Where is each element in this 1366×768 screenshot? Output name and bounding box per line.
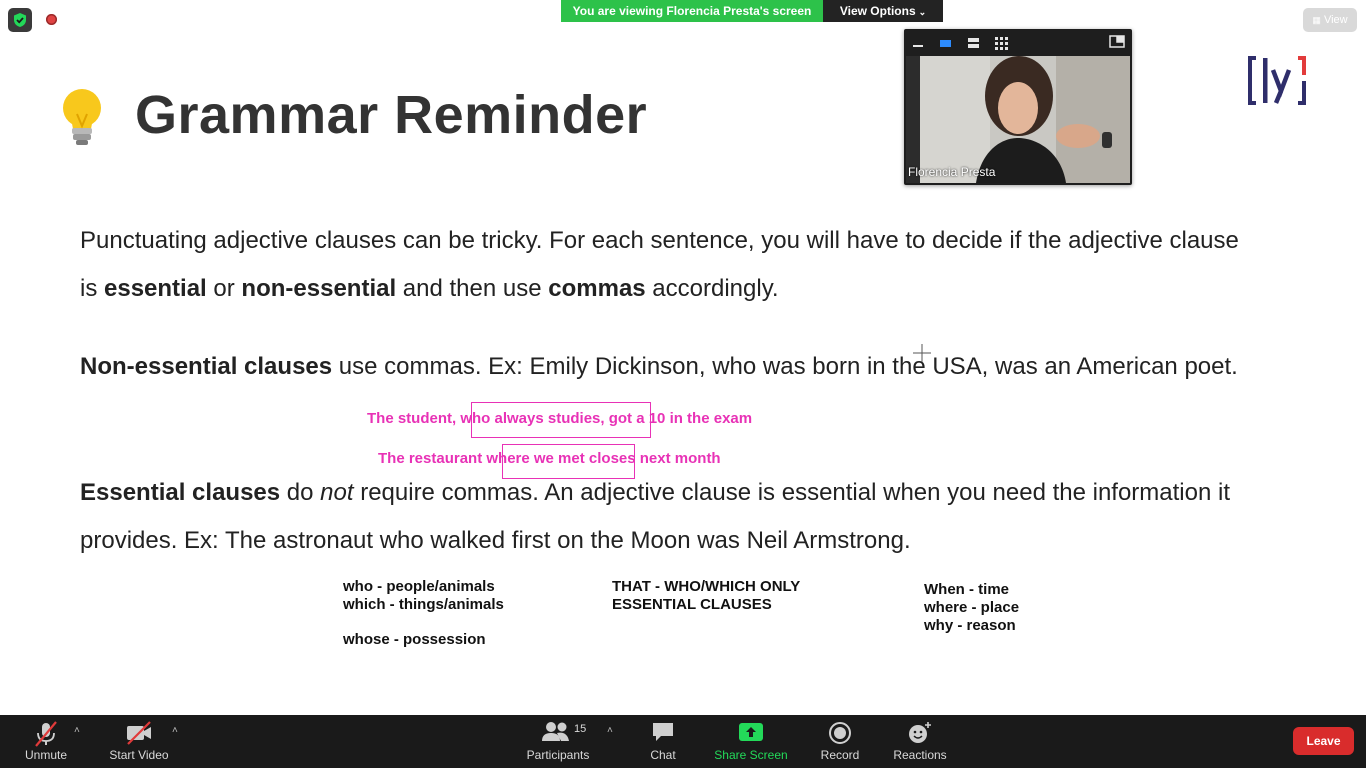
intro-bold-commas: commas (548, 275, 646, 302)
essential-heading: Essential clauses (80, 479, 281, 506)
slide-title: Grammar Reminder (135, 85, 648, 145)
view-button-label: View (1323, 14, 1348, 26)
annotation-box (471, 402, 651, 438)
note-why: why - reason (924, 617, 1016, 634)
note-when: When - time (924, 581, 1009, 598)
exit-fullscreen-icon (1109, 35, 1125, 48)
non-essential-heading: Non-essential clauses (80, 353, 333, 380)
intro-text: and then use (396, 275, 549, 302)
unmute-button[interactable]: Unmute (16, 715, 76, 768)
chevron-down-icon: ⌄ (918, 7, 927, 17)
video-panel-toolbar (904, 29, 1132, 55)
intro-paragraph: Punctuating adjective clauses can be tri… (80, 217, 1260, 313)
participant-name-label: Florencia Presta (908, 165, 996, 179)
unmute-label: Unmute (24, 748, 68, 762)
participants-button[interactable]: 15 Participants (522, 715, 594, 768)
crosshair-cursor-icon (913, 344, 931, 362)
reactions-label: Reactions (893, 748, 947, 762)
share-screen-icon (738, 721, 764, 746)
view-options-label: View Options (839, 4, 916, 18)
video-options-caret-icon[interactable]: ˄ (172, 725, 178, 736)
view-options-button[interactable]: View Options ⌄ (823, 0, 943, 22)
intro-bold-essential: essential (104, 275, 207, 302)
mic-muted-icon (33, 721, 59, 750)
annotation-box (502, 444, 635, 479)
participant-video-feed (906, 56, 1130, 183)
record-label: Record (820, 748, 860, 762)
reactions-button[interactable]: Reactions (890, 715, 950, 768)
participants-icon (541, 721, 571, 746)
note-that-line: THAT - WHO/WHICH ONLY (612, 578, 801, 595)
record-icon (828, 721, 852, 748)
lightbulb-icon (58, 88, 106, 150)
non-essential-text: use commas. Ex: Emily Dickinson, who was… (332, 353, 1238, 380)
audio-options-caret-icon[interactable]: ˄ (74, 725, 80, 736)
view-button[interactable]: ▦ View (1303, 8, 1357, 32)
intro-text: accordingly. (645, 275, 779, 302)
grid-icon: ▦ (1312, 15, 1321, 25)
record-button[interactable]: Record (812, 715, 868, 768)
share-screen-label: Share Screen (714, 748, 788, 762)
essential-text: do (280, 479, 321, 506)
meeting-toolbar: Unmute ˄ Start Video ˄ 15 Participants ˄… (0, 715, 1366, 768)
chat-button[interactable]: Chat (638, 715, 688, 768)
note-who: who - people/animals (343, 578, 495, 595)
viewing-screen-banner: You are viewing Florencia Presta's scree… (561, 0, 823, 22)
note-which: which - things/animals (343, 596, 504, 613)
share-screen-button[interactable]: Share Screen (711, 715, 791, 768)
security-shield-icon[interactable] (8, 8, 32, 32)
essential-paragraph: Essential clauses do not require commas.… (80, 469, 1260, 565)
note-that: THAT - WHO/WHICH ONLY ESSENTIAL CLAUSES (612, 578, 800, 614)
note-relative-adverbs: When - time where - place why - reason (924, 581, 1019, 635)
brand-logo (1246, 55, 1308, 105)
start-video-button[interactable]: Start Video (104, 715, 174, 768)
start-video-label: Start Video (109, 748, 169, 762)
gallery-view-icon (995, 37, 1008, 50)
participants-label: Participants (526, 748, 590, 762)
participants-count: 15 (574, 723, 587, 735)
note-that-line: ESSENTIAL CLAUSES (612, 596, 772, 613)
reactions-icon (907, 721, 933, 748)
video-off-icon (125, 721, 153, 748)
speaker-view-icon (968, 38, 979, 48)
non-essential-paragraph: Non-essential clauses use commas. Ex: Em… (80, 343, 1260, 391)
leave-button[interactable]: Leave (1293, 727, 1354, 755)
intro-text: or (206, 275, 242, 302)
note-relative-pronouns: who - people/animals which - things/anim… (343, 578, 504, 614)
thumbnail-view-icon (940, 40, 951, 47)
intro-bold-non-essential: non-essential (241, 275, 397, 302)
minimize-icon (913, 45, 923, 47)
video-thumbnail-panel[interactable]: Florencia Presta (904, 29, 1132, 185)
note-where: where - place (924, 599, 1020, 616)
chat-label: Chat (650, 748, 676, 762)
recording-icon (46, 14, 57, 25)
essential-italic-not: not (320, 479, 354, 506)
note-whose: whose - possession (343, 631, 486, 648)
participants-options-caret-icon[interactable]: ˄ (607, 725, 613, 736)
chat-icon (651, 721, 675, 746)
